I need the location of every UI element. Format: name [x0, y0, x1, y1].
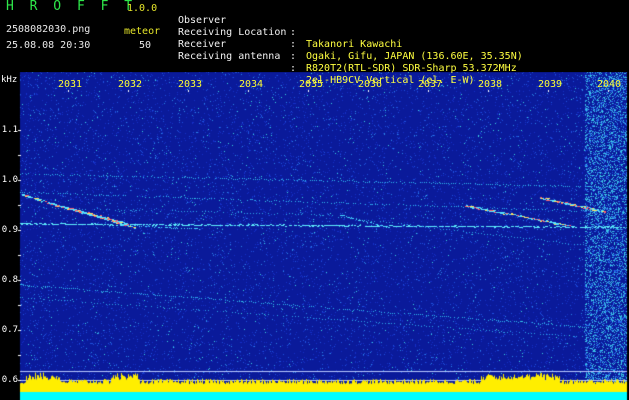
y-axis-unit: kHz: [1, 75, 18, 85]
info-colon: :: [290, 51, 297, 62]
info-colon: :: [290, 63, 297, 74]
x-tick-label: 2033: [178, 79, 203, 90]
info-colon: :: [290, 27, 297, 38]
x-tick-label: 2037: [418, 79, 443, 90]
file-name: 2508082030.png: [6, 24, 91, 35]
app-title: H R O F F T: [6, 0, 137, 14]
info-label: Receiving antenna: [178, 51, 281, 62]
x-tick-label: 2038: [478, 79, 503, 90]
x-tick-label: 2035: [299, 79, 324, 90]
y-tick-label: 0.8: [1, 275, 18, 285]
info-observer: Observer : Takanori Kawachi: [178, 3, 402, 50]
info-receiver: Receiver : R820T2(RTL-SDR) SDR-Sharp 53.…: [178, 27, 517, 74]
y-tick-label: 0.9: [1, 225, 18, 235]
capture-datetime: 25.08.08 20:30: [6, 40, 91, 51]
info-value: Ogaki, Gifu, JAPAN (136.60E, 35.35N): [306, 51, 523, 62]
x-tick-label: 2036: [358, 79, 383, 90]
x-tick-label: 2039: [538, 79, 563, 90]
y-tick-label: 0.7: [1, 325, 18, 335]
y-tick-label: 1.1: [1, 125, 18, 135]
info-value: 2el-HB9CV Vertical (el. E-W): [306, 75, 475, 86]
app-version: 1.0.0: [127, 3, 158, 14]
info-location: Receiving Location : Ogaki, Gifu, JAPAN …: [178, 15, 523, 62]
info-antenna: Receiving antenna : 2el-HB9CV Vertical (…: [178, 39, 475, 86]
y-tick-label: 1.0: [1, 175, 18, 185]
meteor-count: 50: [139, 40, 152, 51]
x-tick-label: 2040: [597, 79, 622, 90]
y-tick-label: 0.6: [1, 375, 18, 385]
meteor-count-label: meteor: [124, 26, 161, 37]
x-tick-label: 2032: [118, 79, 143, 90]
info-label: Receiving Location: [178, 27, 287, 38]
info-value: Takanori Kawachi: [306, 39, 403, 50]
x-tick-label: 2034: [239, 79, 264, 90]
x-tick-label: 2031: [58, 79, 83, 90]
info-colon: :: [290, 39, 297, 50]
info-value: R820T2(RTL-SDR) SDR-Sharp 53.372MHz: [306, 63, 517, 74]
